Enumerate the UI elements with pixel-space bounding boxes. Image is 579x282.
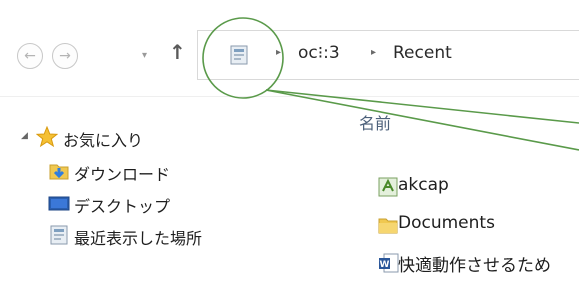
file-name: 快適動作させるため: [398, 256, 551, 276]
sidebar-item-downloads[interactable]: ダウンロード: [0, 156, 320, 186]
address-bar[interactable]: ▸ oc⁝:3 ▸ Recent: [197, 30, 579, 80]
expand-arrow-icon[interactable]: ◢: [21, 131, 28, 141]
sidebar-item-desktop[interactable]: デスクトップ: [0, 188, 320, 218]
breadcrumb-separator-icon[interactable]: ▸: [371, 47, 376, 58]
navigation-toolbar: ← → ▾ ↑ ▸ oc⁝:3 ▸ Recent: [0, 0, 579, 96]
forward-button[interactable]: →: [52, 43, 78, 69]
breadcrumb-user-folder[interactable]: oc⁝:3: [298, 43, 340, 63]
list-item[interactable]: Documents: [350, 210, 579, 238]
back-arrow-icon: ←: [24, 48, 36, 64]
downloads-folder-icon: [49, 164, 69, 180]
recent-places-icon[interactable]: [229, 44, 249, 66]
program-icon: [378, 177, 398, 197]
sidebar-item-label: お気に入り: [63, 131, 144, 150]
breadcrumb-separator-icon[interactable]: ▸: [276, 47, 281, 58]
word-document-icon: W: [379, 253, 399, 273]
sidebar-item-favorites[interactable]: ◢ お気に入り: [0, 122, 320, 152]
up-arrow-icon[interactable]: ↑: [169, 40, 186, 64]
recent-places-icon: [50, 225, 68, 245]
toolbar-divider: [0, 96, 579, 97]
list-item[interactable]: W 快適動作させるため: [350, 248, 579, 276]
sidebar-item-label: ダウンロード: [74, 165, 171, 184]
sidebar-item-label: デスクトップ: [74, 197, 171, 216]
sidebar-item-label: 最近表示した場所: [74, 229, 203, 248]
navigation-pane: ◢ お気に入り ダウンロード デスクトップ 最近表示した場所: [0, 100, 320, 282]
star-icon: [36, 126, 58, 148]
breadcrumb-current-folder[interactable]: Recent: [393, 43, 452, 63]
folder-icon: [378, 218, 398, 234]
file-name: Documents: [398, 213, 495, 233]
column-header-name[interactable]: 名前: [359, 110, 391, 134]
list-item[interactable]: akcap: [350, 172, 579, 200]
sidebar-item-recent-places[interactable]: 最近表示した場所: [0, 220, 320, 250]
file-list: 名前 akcap Documents W 快適動作させるため: [350, 100, 579, 282]
svg-text:W: W: [380, 260, 390, 270]
file-name: akcap: [398, 175, 449, 195]
desktop-icon: [48, 196, 70, 211]
forward-arrow-icon: →: [59, 48, 71, 64]
recent-locations-dropdown-icon[interactable]: ▾: [142, 50, 147, 61]
back-button[interactable]: ←: [17, 43, 43, 69]
